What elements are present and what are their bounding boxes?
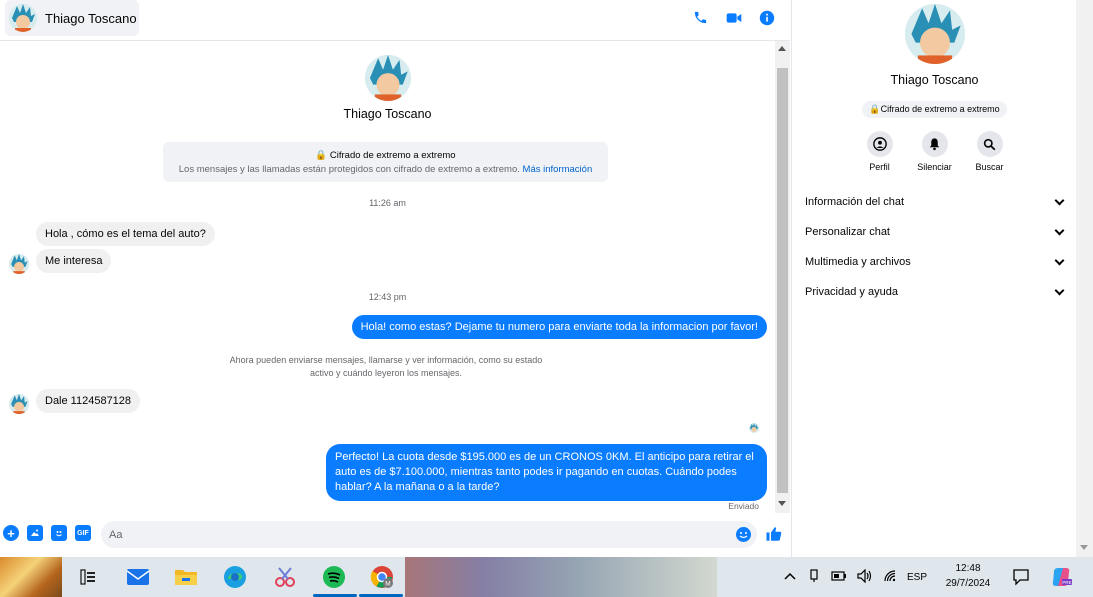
clock[interactable]: 12:48 29/7/2024 xyxy=(940,561,996,591)
svg-text:M: M xyxy=(385,581,390,588)
mail-icon[interactable] xyxy=(126,565,150,589)
avatar xyxy=(9,254,29,274)
message-incoming[interactable]: Dale 1124587128 xyxy=(36,389,141,413)
copilot-icon[interactable]: PRE xyxy=(1049,565,1073,589)
composer-actions: + GIF xyxy=(3,525,91,541)
chevron-down-icon xyxy=(1054,285,1065,295)
search-icon xyxy=(976,131,1003,157)
volume-icon[interactable] xyxy=(857,568,873,586)
avatar xyxy=(9,394,29,414)
side-menu: Información del chat Personalizar chat M… xyxy=(792,187,1077,307)
more-info-link[interactable]: Más información xyxy=(523,164,593,175)
mute-button[interactable]: Silenciar xyxy=(917,131,953,172)
composer: + GIF Aa xyxy=(0,513,790,557)
battery-icon[interactable] xyxy=(831,570,847,585)
message-outgoing[interactable]: Hola! como estas? Dejame tu numero para … xyxy=(351,315,767,339)
timestamp: 12:43 pm xyxy=(368,292,407,302)
menu-media-files[interactable]: Multimedia y archivos xyxy=(792,247,1077,277)
system-message: Ahora pueden enviarse mensajes, llamarse… xyxy=(229,355,543,378)
header-contact-name: Thiago Toscano xyxy=(45,10,137,26)
menu-chat-info[interactable]: Información del chat xyxy=(792,187,1077,217)
chevron-down-icon xyxy=(1054,195,1065,205)
messenger-app: Thiago Toscano Thiago Toscano 🔒 Cifrado … xyxy=(0,0,1093,557)
chrome-icon[interactable]: M xyxy=(370,565,394,589)
header-contact[interactable]: Thiago Toscano xyxy=(5,0,139,36)
encryption-desc: Los mensajes y las llamadas están proteg… xyxy=(178,164,520,175)
image-icon[interactable] xyxy=(27,525,43,541)
menu-privacy-help[interactable]: Privacidad y ayuda xyxy=(792,277,1077,307)
notifications-icon[interactable] xyxy=(1009,565,1033,589)
encryption-badge[interactable]: 🔒Cifrado de extremo a extremo xyxy=(862,101,1007,118)
lock-icon: 🔒 xyxy=(869,104,881,114)
chevron-up-icon[interactable] xyxy=(783,571,797,584)
header-actions xyxy=(691,8,776,27)
svg-text:PRE: PRE xyxy=(1062,580,1071,585)
chevron-down-icon xyxy=(1054,255,1065,265)
avatar[interactable] xyxy=(904,4,965,64)
profile-button[interactable]: Perfil xyxy=(862,131,898,172)
info-icon[interactable] xyxy=(757,8,776,27)
usb-icon[interactable] xyxy=(807,568,821,586)
avatar[interactable] xyxy=(364,55,411,101)
chat-scrollbar[interactable] xyxy=(775,41,790,513)
timestamp: 11:26 am xyxy=(369,198,406,208)
chat-profile-name: Thiago Toscano xyxy=(343,107,432,121)
scroll-thumb[interactable] xyxy=(777,68,788,493)
encryption-title: Cifrado de extremo a extremo xyxy=(329,150,456,161)
video-call-icon[interactable] xyxy=(724,8,743,27)
profile-icon xyxy=(866,131,893,157)
emoji-icon[interactable] xyxy=(736,527,751,542)
lock-icon: 🔒 xyxy=(315,150,328,161)
chat-details-panel: Thiago Toscano 🔒Cifrado de extremo a ext… xyxy=(791,0,1076,557)
side-scrollbar[interactable] xyxy=(1076,0,1093,557)
plus-icon[interactable]: + xyxy=(3,525,19,541)
like-icon[interactable] xyxy=(765,525,783,548)
menu-customize-chat[interactable]: Personalizar chat xyxy=(792,217,1077,247)
side-profile-name: Thiago Toscano xyxy=(890,73,979,87)
chat-profile-intro: Thiago Toscano xyxy=(0,55,775,121)
file-explorer-icon[interactable] xyxy=(174,565,198,589)
side-profile: Thiago Toscano 🔒Cifrado de extremo a ext… xyxy=(792,4,1077,118)
scroll-down-arrow[interactable] xyxy=(1080,545,1088,550)
clock-time: 12:48 xyxy=(955,563,981,574)
avatar xyxy=(9,4,37,32)
message-incoming[interactable]: Me interesa xyxy=(36,249,112,273)
chat-header: Thiago Toscano xyxy=(0,0,790,41)
chevron-down-icon xyxy=(1054,225,1065,235)
encryption-notice: 🔒 Cifrado de extremo a extremo Los mensa… xyxy=(163,142,608,182)
message-list[interactable]: Thiago Toscano 🔒 Cifrado de extremo a ex… xyxy=(0,41,775,513)
message-input[interactable]: Aa xyxy=(101,521,757,548)
read-receipt-avatar xyxy=(749,423,759,433)
system-tray: ESP xyxy=(783,557,927,597)
edge-icon[interactable] xyxy=(223,565,247,589)
gif-icon[interactable]: GIF xyxy=(75,525,91,541)
language-indicator[interactable]: ESP xyxy=(907,572,927,583)
search-button[interactable]: Buscar xyxy=(972,131,1008,172)
message-incoming[interactable]: Hola , cómo es el tema del auto? xyxy=(36,222,215,246)
scroll-up-arrow[interactable] xyxy=(778,46,786,51)
phone-icon[interactable] xyxy=(691,8,710,27)
message-outgoing[interactable]: Perfecto! La cuota desde $195.000 es de … xyxy=(326,444,767,501)
scroll-down-arrow[interactable] xyxy=(778,501,786,506)
message-status: Enviado xyxy=(728,501,759,511)
sticker-icon[interactable] xyxy=(51,525,67,541)
wifi-icon[interactable] xyxy=(883,569,897,586)
side-actions: Perfil Silenciar Buscar xyxy=(792,131,1077,172)
task-view-icon[interactable] xyxy=(76,565,100,589)
snipping-tool-icon[interactable] xyxy=(273,565,297,589)
widgets-button[interactable] xyxy=(0,557,62,597)
bell-icon xyxy=(921,131,948,157)
spotify-icon[interactable] xyxy=(322,565,346,589)
taskbar: M ESP 12:48 29/7/2024 PRE xyxy=(0,557,1093,597)
clock-date: 29/7/2024 xyxy=(945,578,991,589)
taskbar-wallpaper xyxy=(405,557,717,597)
